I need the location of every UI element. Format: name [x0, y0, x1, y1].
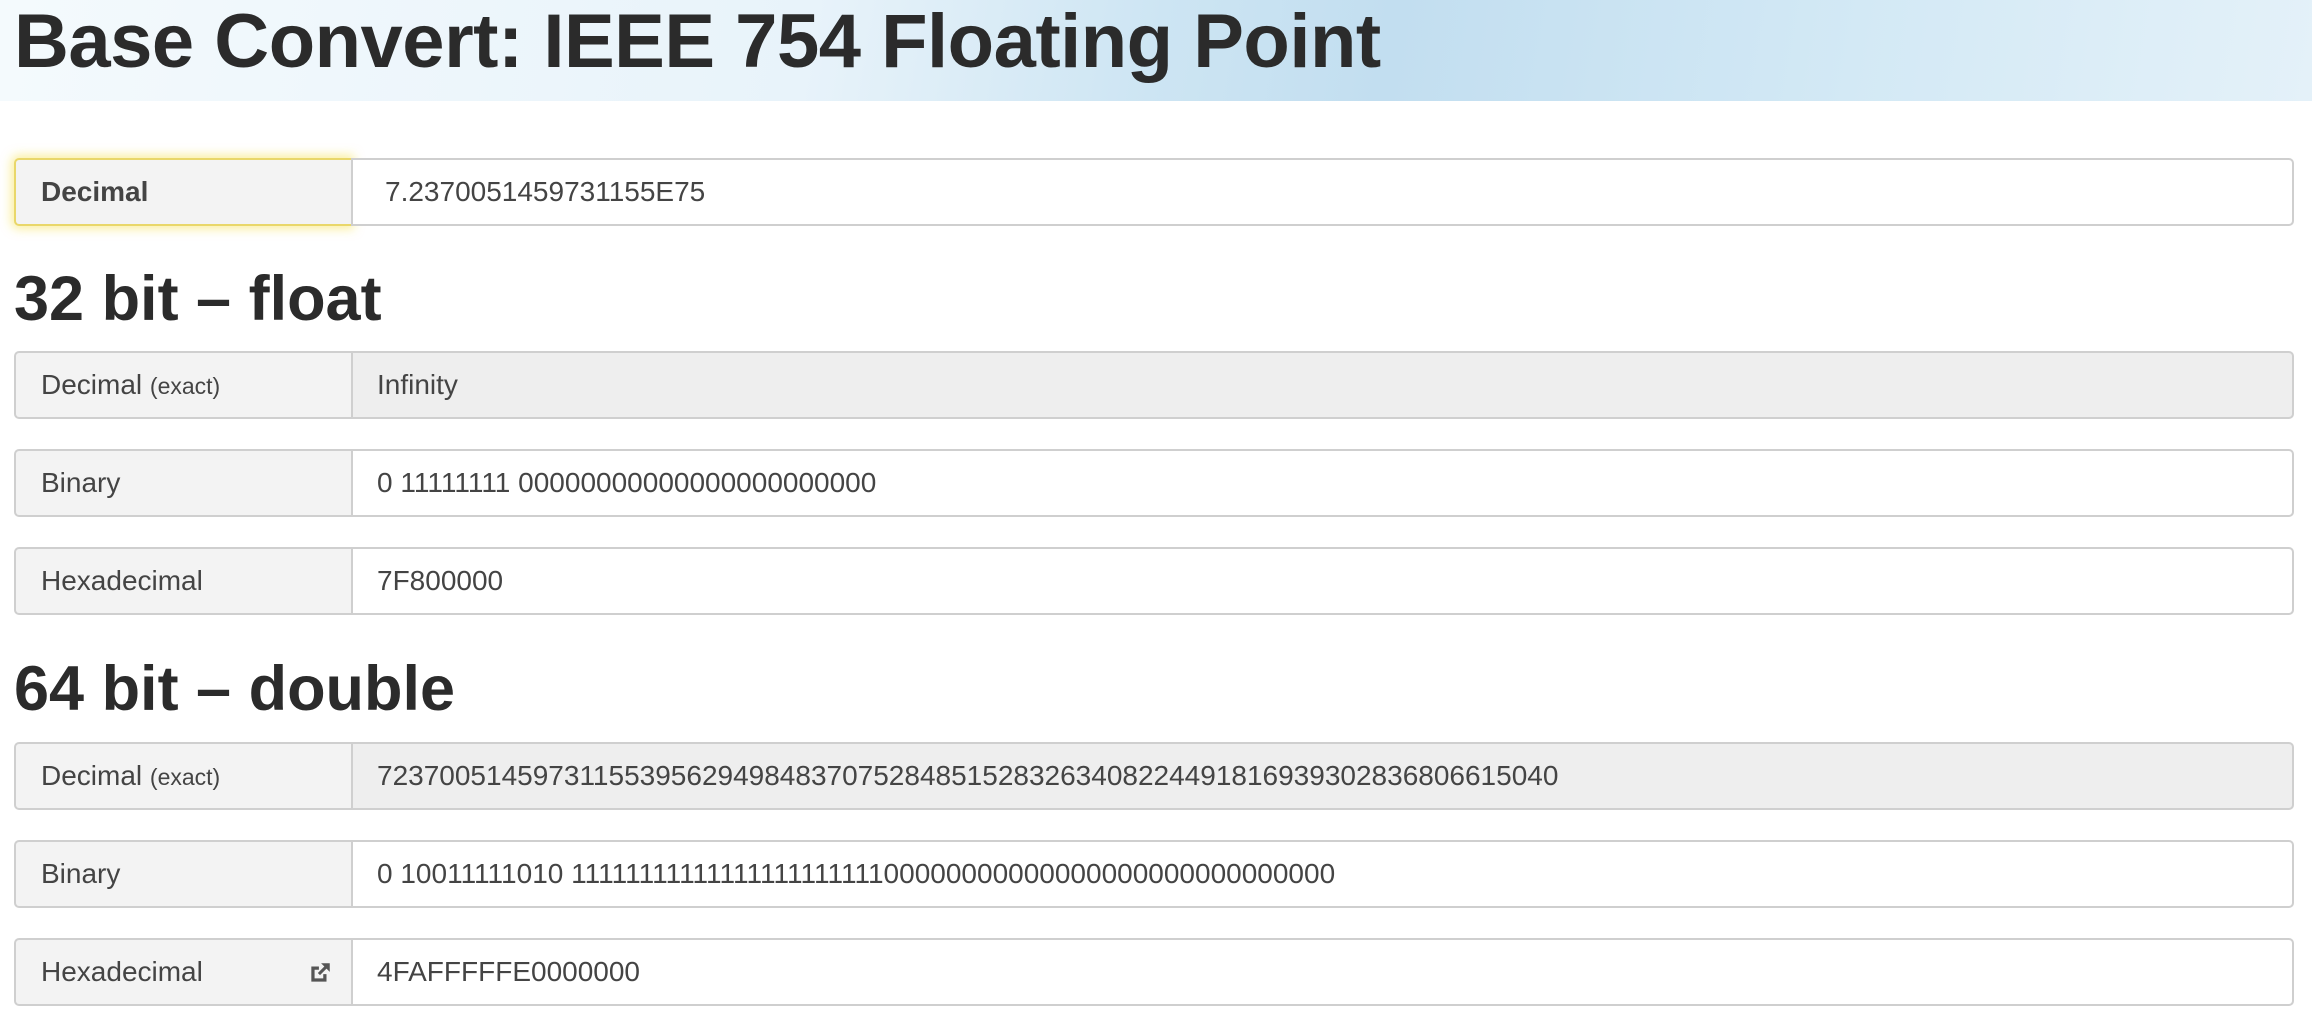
float32-decimal-label: Decimal (exact): [14, 351, 351, 419]
float64-hex-row: Hexadecimal 4FAFFFFFE0000000: [14, 938, 2294, 1006]
decimal-input-row: Decimal: [14, 158, 2294, 226]
float64-binary-label: Binary: [14, 840, 351, 908]
float64-hex-label: Hexadecimal: [14, 938, 351, 1006]
float32-binary-field[interactable]: 0 11111111 00000000000000000000000: [351, 449, 2294, 517]
float64-decimal-label: Decimal (exact): [14, 742, 351, 810]
float64-decimal-label-text: Decimal: [41, 760, 143, 791]
float64-binary-field[interactable]: 0 10011111010 11111111111111111111111000…: [351, 840, 2294, 908]
float32-hex-label: Hexadecimal: [14, 547, 351, 615]
float32-decimal-field[interactable]: Infinity: [351, 351, 2294, 419]
float32-heading: 32 bit – float: [14, 264, 382, 334]
float64-decimal-row: Decimal (exact) 723700514597311553956294…: [14, 742, 2294, 810]
float32-hex-field[interactable]: 7F800000: [351, 547, 2294, 615]
float64-decimal-field[interactable]: 7237005145973115539562949848370752848515…: [351, 742, 2294, 810]
decimal-input-label: Decimal: [14, 158, 351, 226]
decimal-input[interactable]: [351, 158, 2294, 226]
float64-hex-field[interactable]: 4FAFFFFFE0000000: [351, 938, 2294, 1006]
float64-decimal-label-note: (exact): [149, 764, 221, 790]
float32-decimal-row: Decimal (exact) Infinity: [14, 351, 2294, 419]
float32-binary-label: Binary: [14, 449, 351, 517]
float32-hex-row: Hexadecimal 7F800000: [14, 547, 2294, 615]
float64-heading: 64 bit – double: [14, 654, 456, 724]
header-banner: Base Convert: IEEE 754 Floating Point: [0, 0, 2312, 101]
page-title: Base Convert: IEEE 754 Floating Point: [14, 0, 1381, 84]
float32-decimal-label-note: (exact): [149, 373, 221, 399]
float64-binary-row: Binary 0 10011111010 1111111111111111111…: [14, 840, 2294, 908]
float32-binary-row: Binary 0 11111111 0000000000000000000000…: [14, 449, 2294, 517]
float32-decimal-label-text: Decimal: [41, 369, 143, 400]
external-link-icon[interactable]: [307, 960, 333, 986]
float64-hex-label-text: Hexadecimal: [41, 956, 203, 987]
